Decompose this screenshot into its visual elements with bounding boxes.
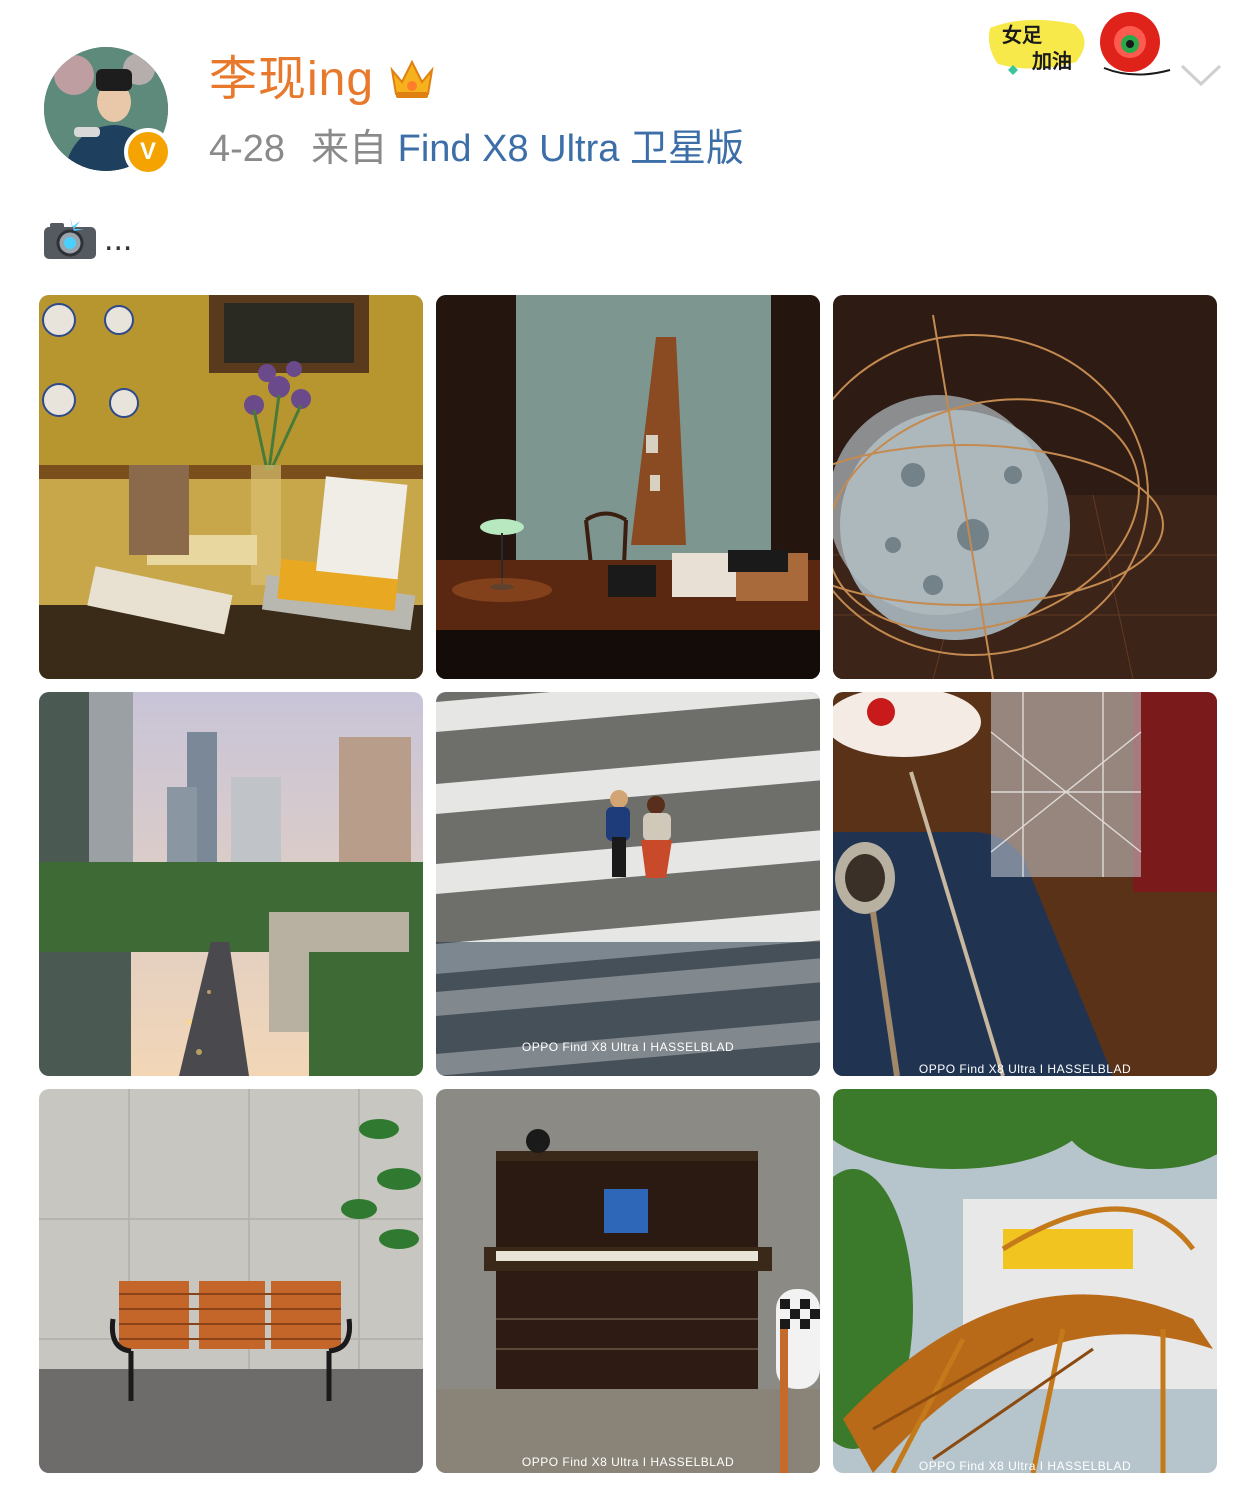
sticker-text-1: 女足 (1002, 23, 1043, 47)
username[interactable]: 李现ing (209, 50, 374, 110)
photo-city-skyline[interactable] (39, 692, 423, 1076)
photo-watermark: OPPO Find X8 Ultra I HASSELBLAD (918, 1062, 1132, 1076)
source-prefix: 来自 (311, 128, 388, 170)
photo-globe-sphere[interactable] (833, 295, 1217, 679)
photo-watermark: OPPO Find X8 Ultra I HASSELBLAD (521, 1040, 735, 1054)
photo-spiral-staircase[interactable]: OPPO Find X8 Ultra I HASSELBLAD (833, 1089, 1217, 1473)
photo-watermark: OPPO Find X8 Ultra I HASSELBLAD (521, 1455, 735, 1469)
photo-old-piano[interactable]: OPPO Find X8 Ultra I HASSELBLAD (436, 1089, 820, 1473)
photo-bench-wall[interactable] (39, 1089, 423, 1473)
post-text: ... (42, 214, 132, 264)
verified-badge-icon: V (124, 128, 172, 176)
post-meta: 4-28 来自 Find X8 Ultra 卫星版 (209, 126, 744, 172)
photo-table-glass[interactable]: OPPO Find X8 Ultra I HASSELBLAD (833, 692, 1217, 1076)
photo-bookshelf-iris[interactable] (39, 295, 423, 679)
crown-icon[interactable] (388, 56, 436, 100)
post-text-content: ... (104, 219, 133, 258)
post-date: 4-28 (209, 128, 286, 170)
photo-crosswalk-couple[interactable]: OPPO Find X8 Ultra I HASSELBLAD (436, 692, 820, 1076)
camera-icon (42, 217, 98, 261)
photo-desk-lamp[interactable] (436, 295, 820, 679)
source-device-link[interactable]: Find X8 Ultra 卫星版 (398, 128, 744, 170)
photo-watermark: OPPO Find X8 Ultra I HASSELBLAD (918, 1459, 1132, 1473)
sticker-badge[interactable]: 女足 加油 (984, 10, 1174, 82)
sticker-text-2: 加油 (1031, 49, 1072, 73)
chevron-down-icon[interactable] (1176, 58, 1226, 92)
